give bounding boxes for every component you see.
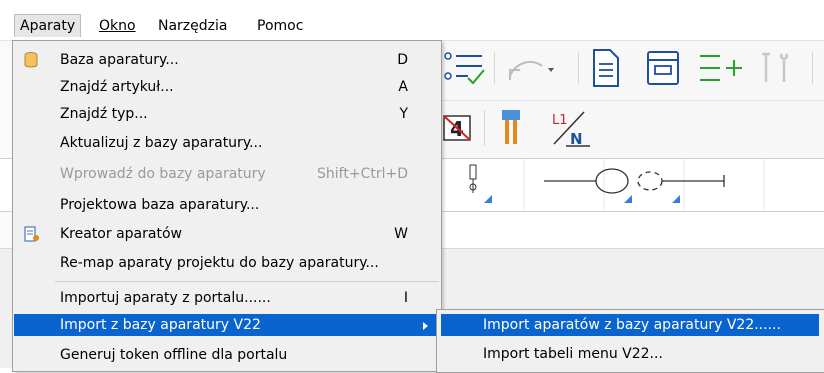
- menu-item-label: Kreator aparatów: [60, 226, 182, 242]
- menu-item-label: Re-map aparaty projektu do bazy aparatur…: [60, 255, 379, 271]
- menu-item-shortcut: D: [397, 52, 408, 68]
- aparaty-dropdown-menu: Baza aparatury... D Znajdź artykuł... A …: [12, 40, 442, 372]
- menu-item-label: Projektowa baza aparatury...: [60, 197, 260, 213]
- menu-okno-label: Okno: [99, 18, 136, 34]
- submenu-item-label: Import aparatów z bazy aparatury V22....…: [483, 317, 781, 333]
- menu-narzedzia-label: Narzędzia: [158, 18, 228, 34]
- toolbar-separator: [484, 110, 485, 146]
- import-v22-submenu: Import aparatów z bazy aparatury V22....…: [436, 309, 824, 373]
- crossed-four-icon[interactable]: 4: [440, 112, 474, 144]
- menu-okno[interactable]: Okno: [99, 15, 136, 37]
- submenu-item-import-tabeli[interactable]: Import tabeli menu V22...: [441, 343, 819, 365]
- menu-item-shortcut: I: [403, 290, 408, 306]
- menu-item-kreator-aparatow[interactable]: Kreator aparatów W: [14, 222, 438, 246]
- schematic-symbols: [469, 159, 765, 211]
- menu-item-baza-aparatury[interactable]: Baza aparatury... D: [14, 48, 438, 72]
- menu-item-import-v22[interactable]: Import z bazy aparatury V22: [14, 314, 438, 336]
- menu-item-label: Baza aparatury...: [60, 52, 179, 68]
- menu-item-generuj-token[interactable]: Generuj token offline dla portalu: [14, 343, 438, 367]
- wizard-icon: [24, 226, 39, 242]
- menu-item-label: Import z bazy aparatury V22: [60, 317, 261, 333]
- plug-icon[interactable]: [498, 108, 524, 148]
- menu-item-label: Wprowadź do bazy aparatury: [60, 166, 266, 182]
- database-icon: [24, 52, 38, 68]
- list-check-icon[interactable]: [442, 48, 486, 88]
- menu-bar: Aparaty Okno Narzędzia Pomoc: [0, 0, 824, 41]
- menu-item-wprowadz: Wprowadź do bazy aparatury Shift+Ctrl+D: [14, 162, 438, 186]
- menu-pomoc-label: Pomoc: [257, 18, 304, 34]
- toolbar-separator: [578, 52, 579, 84]
- menu-item-remap[interactable]: Re-map aparaty projektu do bazy aparatur…: [14, 251, 438, 275]
- menu-item-aktualizuj[interactable]: Aktualizuj z bazy aparatury...: [14, 131, 438, 155]
- svg-text:L1: L1: [552, 113, 568, 128]
- menu-item-shortcut: W: [394, 226, 408, 242]
- menu-separator: [55, 281, 439, 282]
- submenu-arrow-icon: [423, 322, 428, 330]
- menu-item-label: Znajdź typ...: [60, 106, 148, 122]
- menu-aparaty-label: Aparaty: [20, 18, 76, 34]
- toolbar-row-divider: [440, 100, 824, 101]
- menu-aparaty[interactable]: Aparaty: [14, 14, 82, 37]
- phase-neutral-icon[interactable]: L1 N: [550, 108, 594, 148]
- menu-item-projektowa-baza[interactable]: Projektowa baza aparatury...: [14, 193, 438, 217]
- menu-item-shortcut: A: [398, 79, 408, 95]
- menu-item-label: Znajdź artykuł...: [60, 79, 174, 95]
- undo-icon[interactable]: [506, 54, 556, 84]
- menu-pomoc[interactable]: Pomoc: [257, 15, 303, 37]
- toolbar-separator: [494, 52, 495, 84]
- window-icon[interactable]: [646, 50, 680, 86]
- menu-narzedzia[interactable]: Narzędzia: [158, 15, 227, 37]
- menu-item-shortcut: Shift+Ctrl+D: [317, 166, 408, 182]
- document-icon[interactable]: [590, 48, 622, 88]
- add-line-icon[interactable]: [698, 50, 746, 86]
- submenu-item-label: Import tabeli menu V22...: [483, 346, 663, 362]
- tools-icon[interactable]: [760, 50, 800, 86]
- menu-item-znajdz-artykul[interactable]: Znajdź artykuł... A: [14, 75, 438, 99]
- menu-item-importuj-z-portalu[interactable]: Importuj aparaty z portalu...... I: [14, 286, 438, 310]
- menu-item-label: Importuj aparaty z portalu......: [60, 290, 271, 306]
- menu-item-label: Aktualizuj z bazy aparatury...: [60, 135, 263, 151]
- menu-item-znajdz-typ[interactable]: Znajdź typ... Y: [14, 102, 438, 126]
- menu-item-label: Generuj token offline dla portalu: [60, 347, 288, 363]
- menu-item-shortcut: Y: [399, 106, 408, 122]
- submenu-item-import-aparatow[interactable]: Import aparatów z bazy aparatury V22....…: [441, 314, 819, 336]
- toolbar-area: 4 L1 N: [440, 40, 824, 158]
- toolbar-separator: [812, 52, 813, 84]
